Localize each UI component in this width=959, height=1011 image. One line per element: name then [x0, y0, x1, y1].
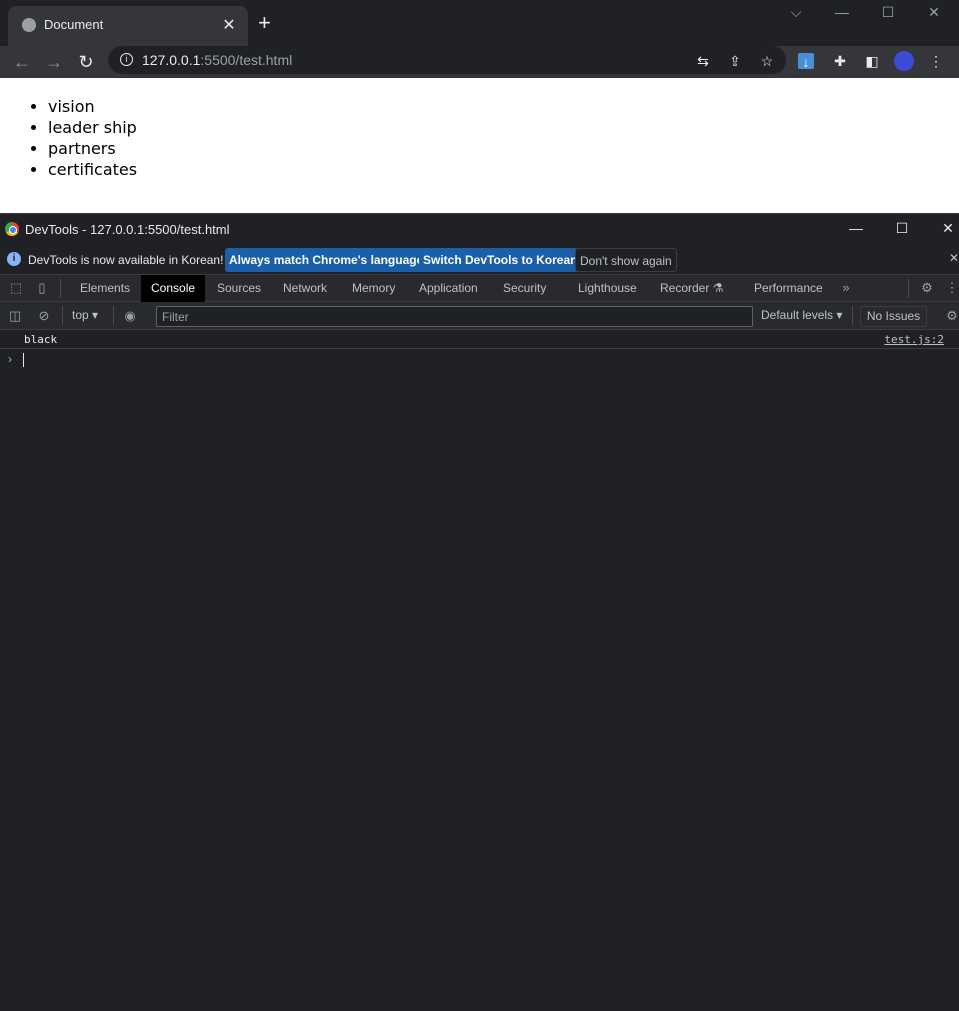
tab-security[interactable]: Security — [503, 275, 546, 302]
devtools-maximize-icon[interactable]: ☐ — [892, 220, 912, 237]
live-expression-eye-icon[interactable]: ◉ — [122, 308, 138, 324]
back-icon[interactable]: ← — [11, 51, 33, 73]
device-toolbar-icon[interactable]: ▯ — [34, 280, 50, 296]
bookmark-star-icon[interactable]: ☆ — [758, 52, 776, 70]
console-input-caret[interactable] — [23, 353, 24, 367]
tab-memory[interactable]: Memory — [352, 275, 395, 302]
divider — [60, 279, 61, 298]
switch-to-korean-button[interactable]: Switch DevTools to Korean — [419, 248, 582, 272]
forward-icon[interactable]: → — [43, 51, 65, 73]
infobar-close-icon[interactable]: ✕ — [949, 251, 959, 265]
new-tab-button[interactable]: + — [258, 12, 271, 34]
log-levels-dropdown[interactable]: Default levels ▾ — [761, 308, 842, 322]
minimize-icon[interactable]: — — [832, 4, 852, 20]
side-panel-icon[interactable]: ◧ — [863, 52, 881, 70]
devtools-tabs: ⬚ ▯ Elements Console Sources Network Mem… — [0, 275, 959, 302]
menu-kebab-icon[interactable]: ⋮ — [927, 52, 945, 70]
issues-button[interactable]: No Issues — [860, 306, 927, 327]
tab-application[interactable]: Application — [419, 275, 478, 302]
download-icon[interactable]: ↓ — [798, 53, 814, 70]
dropdown-arrow-icon: ▾ — [92, 308, 99, 322]
sidebar-toggle-icon[interactable]: ◫ — [7, 308, 23, 324]
profile-avatar[interactable] — [894, 51, 914, 71]
console-log-entry: black test.js:2 — [0, 330, 959, 349]
log-source-link[interactable]: test.js:2 — [884, 333, 944, 346]
console-toolbar: ◫ ⊘ top ▾ ◉ Filter Default levels ▾ No I… — [0, 302, 959, 330]
tab-close-icon[interactable]: ✕ — [220, 15, 238, 35]
language-infobar: i DevTools is now available in Korean! A… — [0, 245, 959, 275]
translate-icon[interactable]: ⇆ — [694, 52, 712, 70]
flask-icon: ⚗ — [712, 281, 724, 295]
dropdown-arrow-icon: ▾ — [836, 308, 843, 322]
browser-tab-strip: Document ✕ + ⌵ — ☐ ✕ — [0, 0, 959, 46]
divider — [908, 279, 909, 298]
tab-performance[interactable]: Performance — [754, 275, 823, 302]
log-message: black — [24, 333, 58, 346]
list-item: partners — [48, 138, 137, 159]
devtools-close-icon[interactable]: ✕ — [938, 220, 958, 237]
more-tabs-chevron-icon[interactable]: » — [838, 280, 854, 296]
list-item: vision — [48, 96, 137, 117]
extensions-puzzle-icon[interactable]: ✚ — [831, 52, 849, 70]
devtools-title-bar: DevTools - 127.0.0.1:5500/test.html — ☐ … — [0, 213, 959, 245]
dont-show-again-button[interactable]: Don't show again — [575, 248, 677, 272]
devtools-minimize-icon[interactable]: — — [846, 220, 866, 236]
infobar-message: DevTools is now available in Korean! — [28, 253, 224, 267]
console-panel[interactable]: black test.js:2 › — [0, 330, 959, 1011]
site-info-icon[interactable]: i — [120, 53, 133, 66]
chrome-logo-icon — [5, 222, 19, 236]
settings-gear-icon[interactable]: ⚙ — [919, 280, 935, 296]
tab-title: Document — [44, 17, 104, 32]
browser-toolbar: ← → ↻ i 127.0.0.1:5500/test.html ⇆ ⇪ ☆ ↓… — [0, 46, 959, 78]
address-bar[interactable]: i 127.0.0.1:5500/test.html ⇆ ⇪ ☆ — [108, 46, 786, 74]
globe-icon — [22, 18, 36, 32]
filter-input[interactable]: Filter — [156, 306, 753, 327]
always-match-language-button[interactable]: Always match Chrome's language — [225, 248, 428, 272]
divider — [852, 306, 853, 325]
prompt-chevron-icon: › — [8, 352, 12, 366]
browser-tab[interactable]: Document ✕ — [8, 6, 248, 46]
tab-search-icon[interactable]: ⌵ — [786, 4, 806, 21]
page-content: vision leader ship partners certificates — [0, 78, 959, 213]
console-settings-gear-icon[interactable]: ⚙ — [944, 308, 959, 324]
tab-recorder[interactable]: Recorder ⚗ — [660, 275, 723, 302]
tab-elements[interactable]: Elements — [80, 275, 130, 302]
divider — [62, 306, 63, 325]
share-icon[interactable]: ⇪ — [726, 52, 744, 70]
clear-console-icon[interactable]: ⊘ — [36, 308, 52, 324]
devtools-menu-icon[interactable]: ⋮ — [944, 280, 959, 296]
divider — [113, 306, 114, 325]
tab-console[interactable]: Console — [141, 275, 206, 302]
item-list: vision leader ship partners certificates — [48, 96, 137, 180]
close-window-icon[interactable]: ✕ — [924, 4, 944, 21]
devtools-window-title: DevTools - 127.0.0.1:5500/test.html — [25, 222, 230, 237]
list-item: leader ship — [48, 117, 137, 138]
context-selector[interactable]: top ▾ — [72, 308, 98, 322]
tab-network[interactable]: Network — [283, 275, 327, 302]
tab-sources[interactable]: Sources — [217, 275, 261, 302]
maximize-icon[interactable]: ☐ — [878, 4, 898, 21]
url-text: 127.0.0.1:5500/test.html — [142, 52, 293, 68]
reload-icon[interactable]: ↻ — [75, 51, 97, 73]
list-item: certificates — [48, 159, 137, 180]
info-icon: i — [7, 252, 21, 266]
inspect-element-icon[interactable]: ⬚ — [8, 280, 24, 296]
tab-lighthouse[interactable]: Lighthouse — [578, 275, 637, 302]
